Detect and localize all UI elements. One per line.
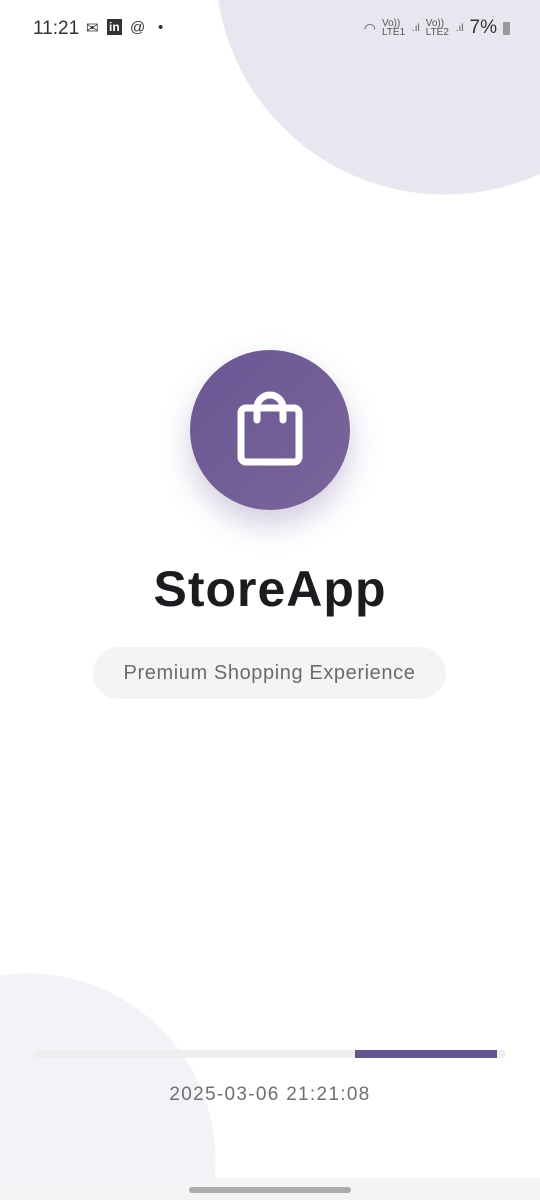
dot-icon: • bbox=[158, 19, 164, 36]
messenger-icon: ✉ bbox=[86, 20, 99, 37]
shopping-bag-icon bbox=[237, 391, 303, 466]
sim2-label: Vo)) LTE2 bbox=[425, 18, 449, 38]
signal-icon: .ıl bbox=[455, 22, 464, 34]
status-time: 11:21 bbox=[33, 18, 80, 39]
status-bar: 11:21 ✉ in @ • ◠ Vo)) LTE1 .ıl Vo)) LTE2… bbox=[0, 0, 540, 58]
timestamp: 2025-03-06 21:21:08 bbox=[169, 1084, 371, 1105]
loading-progress-segment bbox=[354, 1050, 497, 1058]
app-title: StoreApp bbox=[153, 561, 387, 617]
home-gesture-handle[interactable] bbox=[189, 1187, 351, 1193]
threads-icon: @ bbox=[130, 19, 146, 36]
wifi-icon: ◠ bbox=[363, 19, 376, 36]
tagline-badge: Premium Shopping Experience bbox=[93, 647, 446, 699]
signal-icon: .ıl bbox=[411, 22, 420, 34]
battery-percent: 7% bbox=[469, 17, 497, 38]
app-logo bbox=[190, 350, 350, 510]
linkedin-icon: in bbox=[107, 19, 122, 35]
sim1-label: Vo)) LTE1 bbox=[381, 18, 406, 38]
battery-icon bbox=[503, 21, 510, 35]
loading-progress-bar bbox=[34, 1050, 506, 1058]
